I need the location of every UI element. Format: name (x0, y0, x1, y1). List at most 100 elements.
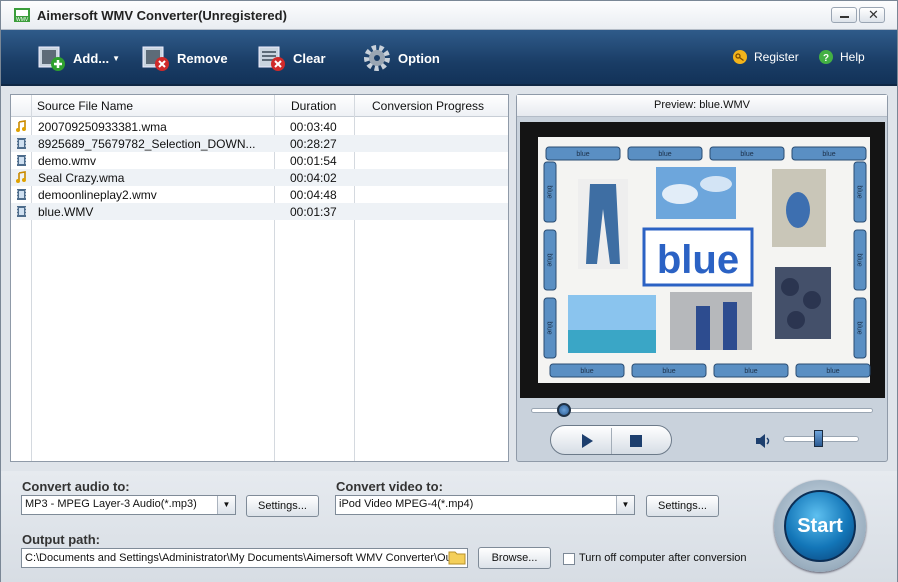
app-window: WMV Aimersoft WMV Converter(Unregistered… (0, 0, 898, 582)
folder-icon[interactable] (448, 549, 466, 565)
window-title: Aimersoft WMV Converter(Unregistered) (37, 8, 287, 23)
video-format-label: Convert video to: (336, 479, 443, 494)
crayon-graphic: blue (543, 229, 557, 291)
column-conversion-progress[interactable]: Conversion Progress (372, 99, 484, 113)
start-label: Start (784, 490, 856, 562)
crayon-label: blue (822, 151, 835, 158)
file-name: demo.wmv (38, 154, 97, 168)
crayon-graphic: blue (631, 363, 707, 378)
table-row[interactable]: blue.WMV 00:01:37 (11, 203, 508, 220)
crayon-label: blue (576, 151, 589, 158)
crayon-label: blue (826, 368, 839, 375)
output-path-field[interactable]: C:\Documents and Settings\Administrator\… (21, 548, 468, 568)
volume-icon[interactable] (755, 434, 773, 448)
audio-settings-button[interactable]: Settings... (246, 495, 319, 517)
crayon-graphic: blue (549, 363, 625, 378)
toolbar: Add... ▼ Remove Clear Option Register ? … (1, 30, 897, 86)
add-button[interactable]: Add... ▼ (37, 38, 120, 78)
table-row[interactable]: Seal Crazy.wma 00:04:02 (11, 169, 508, 186)
crayon-label: blue (744, 368, 757, 375)
close-icon: ✕ (868, 7, 879, 22)
app-icon: WMV (14, 8, 30, 23)
column-source-file-name[interactable]: Source File Name (37, 99, 133, 113)
file-duration: 00:01:54 (290, 154, 337, 168)
minimize-button[interactable] (831, 7, 857, 23)
file-duration: 00:04:02 (290, 171, 337, 185)
file-duration: 00:04:48 (290, 188, 337, 202)
shutdown-checkbox[interactable] (563, 553, 575, 565)
crayon-label: blue (856, 185, 863, 198)
video-file-icon (15, 188, 28, 201)
remove-file-icon (142, 46, 169, 71)
help-button[interactable]: ? Help (818, 49, 865, 65)
file-duration: 00:01:37 (290, 205, 337, 219)
crayon-graphic: blue (853, 229, 867, 291)
video-file-icon (15, 205, 28, 218)
settings-area: Convert audio to: MP3 - MPEG Layer-3 Aud… (1, 471, 897, 582)
video-preview: blue blue blue blue blue blue blue blue blue blue… (520, 122, 885, 398)
preview-panel: Preview: blue.WMV blue blue blue blue blue bl… (516, 94, 888, 462)
video-settings-button[interactable]: Settings... (646, 495, 719, 517)
remove-button[interactable]: Remove (141, 38, 228, 78)
play-button[interactable] (577, 432, 597, 450)
option-label: Option (398, 50, 440, 66)
table-row[interactable]: 200709250933381.wma 00:03:40 (11, 118, 508, 135)
gear-icon (364, 45, 390, 71)
playback-controls (550, 425, 672, 455)
file-duration: 00:03:40 (290, 120, 337, 134)
file-name: demoonlineplay2.wmv (38, 188, 157, 202)
chevron-down-icon: ▼ (616, 496, 634, 514)
crayon-graphic: blue (627, 146, 703, 161)
shutdown-label: Turn off computer after conversion (579, 552, 747, 564)
seek-bar[interactable] (531, 408, 873, 413)
crayon-label: blue (856, 253, 863, 266)
audio-file-icon (15, 171, 28, 184)
table-row[interactable]: demo.wmv 00:01:54 (11, 152, 508, 169)
table-row[interactable]: 8925689_75679782_Selection_DOWN... 00:28:… (11, 135, 508, 152)
register-label: Register (754, 50, 799, 64)
crayon-label: blue (546, 253, 553, 266)
video-file-icon (15, 137, 28, 150)
crayon-graphic: blue (545, 146, 621, 161)
crayon-label: blue (856, 321, 863, 334)
browse-button[interactable]: Browse... (478, 547, 551, 569)
file-name: Seal Crazy.wma (38, 171, 125, 185)
clear-label: Clear (293, 50, 326, 66)
output-path-value: C:\Documents and Settings\Administrator\… (25, 552, 452, 564)
file-list[interactable]: Source File Name Duration Conversion Pro… (10, 94, 509, 462)
remove-label: Remove (177, 50, 228, 66)
crayon-graphic: blue (543, 161, 557, 223)
key-icon (733, 50, 747, 64)
crayon-label: blue (662, 368, 675, 375)
video-frame: blue blue blue blue blue blue blue blue blue blue… (538, 137, 871, 383)
stop-icon (630, 435, 642, 447)
table-row[interactable]: demoonlineplay2.wmv 00:04:48 (11, 186, 508, 203)
svg-text:?: ? (823, 53, 829, 64)
crayon-label: blue (580, 368, 593, 375)
crayon-graphic: blue (543, 297, 557, 359)
video-file-icon (15, 154, 28, 167)
crayon-label: blue (658, 151, 671, 158)
audio-format-value: MP3 - MPEG Layer-3 Audio(*.mp3) (25, 498, 197, 510)
stop-button[interactable] (626, 432, 646, 450)
start-button[interactable]: Start (774, 480, 866, 572)
file-name: blue.WMV (38, 205, 94, 219)
close-button[interactable]: ✕ (859, 7, 885, 23)
option-button[interactable]: Option (362, 38, 440, 78)
clear-button[interactable]: Clear (257, 38, 326, 78)
crayon-label: blue (740, 151, 753, 158)
volume-handle[interactable] (814, 430, 823, 447)
column-duration[interactable]: Duration (291, 99, 336, 113)
add-file-icon (38, 46, 65, 71)
crayon-graphic: blue (713, 363, 789, 378)
audio-format-select[interactable]: MP3 - MPEG Layer-3 Audio(*.mp3) ▼ (21, 495, 236, 515)
add-label: Add... (73, 50, 110, 66)
crayon-label: blue (546, 321, 553, 334)
crayon-graphic: blue (853, 297, 867, 359)
register-button[interactable]: Register (732, 49, 799, 65)
video-format-select[interactable]: iPod Video MPEG-4(*.mp4) ▼ (335, 495, 635, 515)
seek-handle[interactable] (557, 403, 571, 417)
file-name: 8925689_75679782_Selection_DOWN... (38, 137, 256, 151)
audio-format-label: Convert audio to: (22, 479, 130, 494)
crayon-graphic: blue (853, 161, 867, 223)
